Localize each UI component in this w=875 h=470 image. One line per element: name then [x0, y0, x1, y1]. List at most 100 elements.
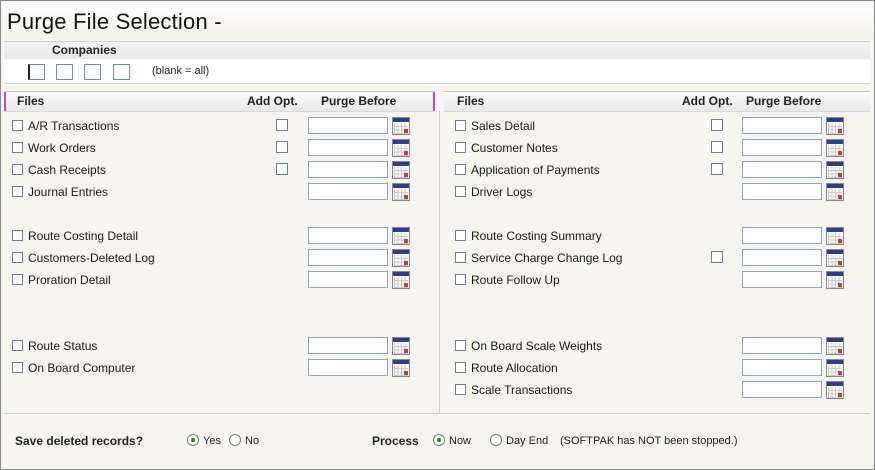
purge-before-date-input[interactable]	[742, 117, 822, 134]
file-select-checkbox[interactable]	[12, 252, 23, 263]
calendar-icon[interactable]	[392, 271, 410, 289]
file-select-checkbox[interactable]	[455, 120, 466, 131]
file-label: On Board Scale Weights	[471, 339, 603, 353]
add-opt-checkbox[interactable]	[276, 163, 288, 175]
calendar-icon[interactable]	[392, 249, 410, 267]
file-select-checkbox[interactable]	[455, 340, 466, 351]
purge-before-date-input[interactable]	[742, 161, 822, 178]
purge-before-date-input[interactable]	[308, 183, 388, 200]
options-footer: Save deleted records? Yes No Process Now…	[4, 413, 870, 468]
calendar-icon[interactable]	[826, 227, 844, 245]
purge-before-date-input[interactable]	[308, 117, 388, 134]
calendar-icon-part	[404, 129, 408, 133]
calendar-icon[interactable]	[826, 117, 844, 135]
purge-before-date-input[interactable]	[742, 227, 822, 244]
file-label: Sales Detail	[471, 119, 536, 133]
calendar-icon-part	[827, 162, 843, 166]
file-label: Cash Receipts	[28, 163, 107, 177]
file-label: Application of Payments	[471, 163, 600, 177]
purge-before-date-input[interactable]	[308, 227, 388, 244]
purge-before-date-input[interactable]	[742, 249, 822, 266]
purge-before-date-input[interactable]	[742, 183, 822, 200]
file-select-checkbox[interactable]	[12, 164, 23, 175]
file-select-checkbox[interactable]	[455, 274, 466, 285]
calendar-icon-part	[827, 360, 843, 364]
calendar-icon[interactable]	[826, 381, 844, 399]
calendar-icon-part	[393, 140, 409, 144]
process-now-label: Now	[449, 435, 472, 447]
calendar-icon[interactable]	[392, 139, 410, 157]
companies-note: (blank = all)	[152, 65, 210, 77]
calendar-icon[interactable]	[392, 337, 410, 355]
purge-before-date-input[interactable]	[742, 337, 822, 354]
purge-before-date-input[interactable]	[308, 161, 388, 178]
calendar-icon-part	[827, 184, 843, 188]
file-row: Proration Detail	[12, 271, 432, 289]
file-select-checkbox[interactable]	[12, 362, 23, 373]
calendar-icon[interactable]	[392, 227, 410, 245]
calendar-icon[interactable]	[392, 117, 410, 135]
file-select-checkbox[interactable]	[455, 384, 466, 395]
add-opt-checkbox[interactable]	[711, 141, 723, 153]
add-opt-checkbox[interactable]	[711, 251, 723, 263]
file-select-checkbox[interactable]	[455, 142, 466, 153]
save-no-radio[interactable]	[229, 434, 241, 446]
purge-before-column-header: Purge Before	[746, 94, 822, 108]
process-now-radio[interactable]	[433, 434, 445, 446]
file-label: Service Charge Change Log	[471, 251, 623, 265]
add-opt-checkbox[interactable]	[276, 141, 288, 153]
calendar-icon-part	[838, 129, 842, 133]
calendar-icon-part	[827, 272, 843, 276]
file-label: Proration Detail	[28, 273, 111, 287]
company-input-2[interactable]	[56, 64, 73, 80]
calendar-icon[interactable]	[826, 183, 844, 201]
purge-before-date-input[interactable]	[742, 271, 822, 288]
company-input-3[interactable]	[84, 64, 101, 80]
purge-before-date-input[interactable]	[308, 139, 388, 156]
purge-before-date-input[interactable]	[308, 337, 388, 354]
process-day-end-radio[interactable]	[490, 434, 502, 446]
calendar-icon[interactable]	[826, 139, 844, 157]
calendar-icon-part	[838, 261, 842, 265]
calendar-icon[interactable]	[826, 359, 844, 377]
calendar-icon[interactable]	[826, 161, 844, 179]
calendar-icon[interactable]	[392, 359, 410, 377]
process-day-end-label: Day End	[506, 435, 549, 447]
purge-before-date-input[interactable]	[742, 359, 822, 376]
file-select-checkbox[interactable]	[12, 120, 23, 131]
save-deleted-question: Save deleted records?	[15, 434, 144, 448]
file-select-checkbox[interactable]	[12, 274, 23, 285]
company-input-4[interactable]	[113, 64, 130, 80]
file-label: Customers-Deleted Log	[28, 251, 155, 265]
softpak-status-text: (SOFTPAK has NOT been stopped.)	[560, 435, 738, 447]
file-select-checkbox[interactable]	[12, 230, 23, 241]
calendar-icon[interactable]	[392, 183, 410, 201]
file-row: Application of Payments	[455, 161, 875, 179]
calendar-icon[interactable]	[392, 161, 410, 179]
add-opt-checkbox[interactable]	[711, 163, 723, 175]
file-row: Route Costing Detail	[12, 227, 432, 245]
purge-before-date-input[interactable]	[742, 139, 822, 156]
calendar-icon-part	[827, 140, 843, 144]
add-opt-checkbox[interactable]	[276, 119, 288, 131]
file-label: On Board Computer	[28, 361, 136, 375]
companies-row: (blank = all)	[4, 59, 870, 84]
save-yes-radio[interactable]	[187, 434, 199, 446]
file-select-checkbox[interactable]	[455, 186, 466, 197]
file-select-checkbox[interactable]	[12, 142, 23, 153]
purge-before-date-input[interactable]	[308, 249, 388, 266]
file-select-checkbox[interactable]	[12, 340, 23, 351]
file-select-checkbox[interactable]	[455, 362, 466, 373]
add-opt-checkbox[interactable]	[711, 119, 723, 131]
calendar-icon[interactable]	[826, 271, 844, 289]
file-select-checkbox[interactable]	[12, 186, 23, 197]
company-input-1[interactable]	[28, 64, 45, 80]
calendar-icon[interactable]	[826, 337, 844, 355]
file-select-checkbox[interactable]	[455, 230, 466, 241]
purge-before-date-input[interactable]	[308, 359, 388, 376]
file-select-checkbox[interactable]	[455, 164, 466, 175]
purge-before-date-input[interactable]	[308, 271, 388, 288]
calendar-icon[interactable]	[826, 249, 844, 267]
purge-before-date-input[interactable]	[742, 381, 822, 398]
file-select-checkbox[interactable]	[455, 252, 466, 263]
